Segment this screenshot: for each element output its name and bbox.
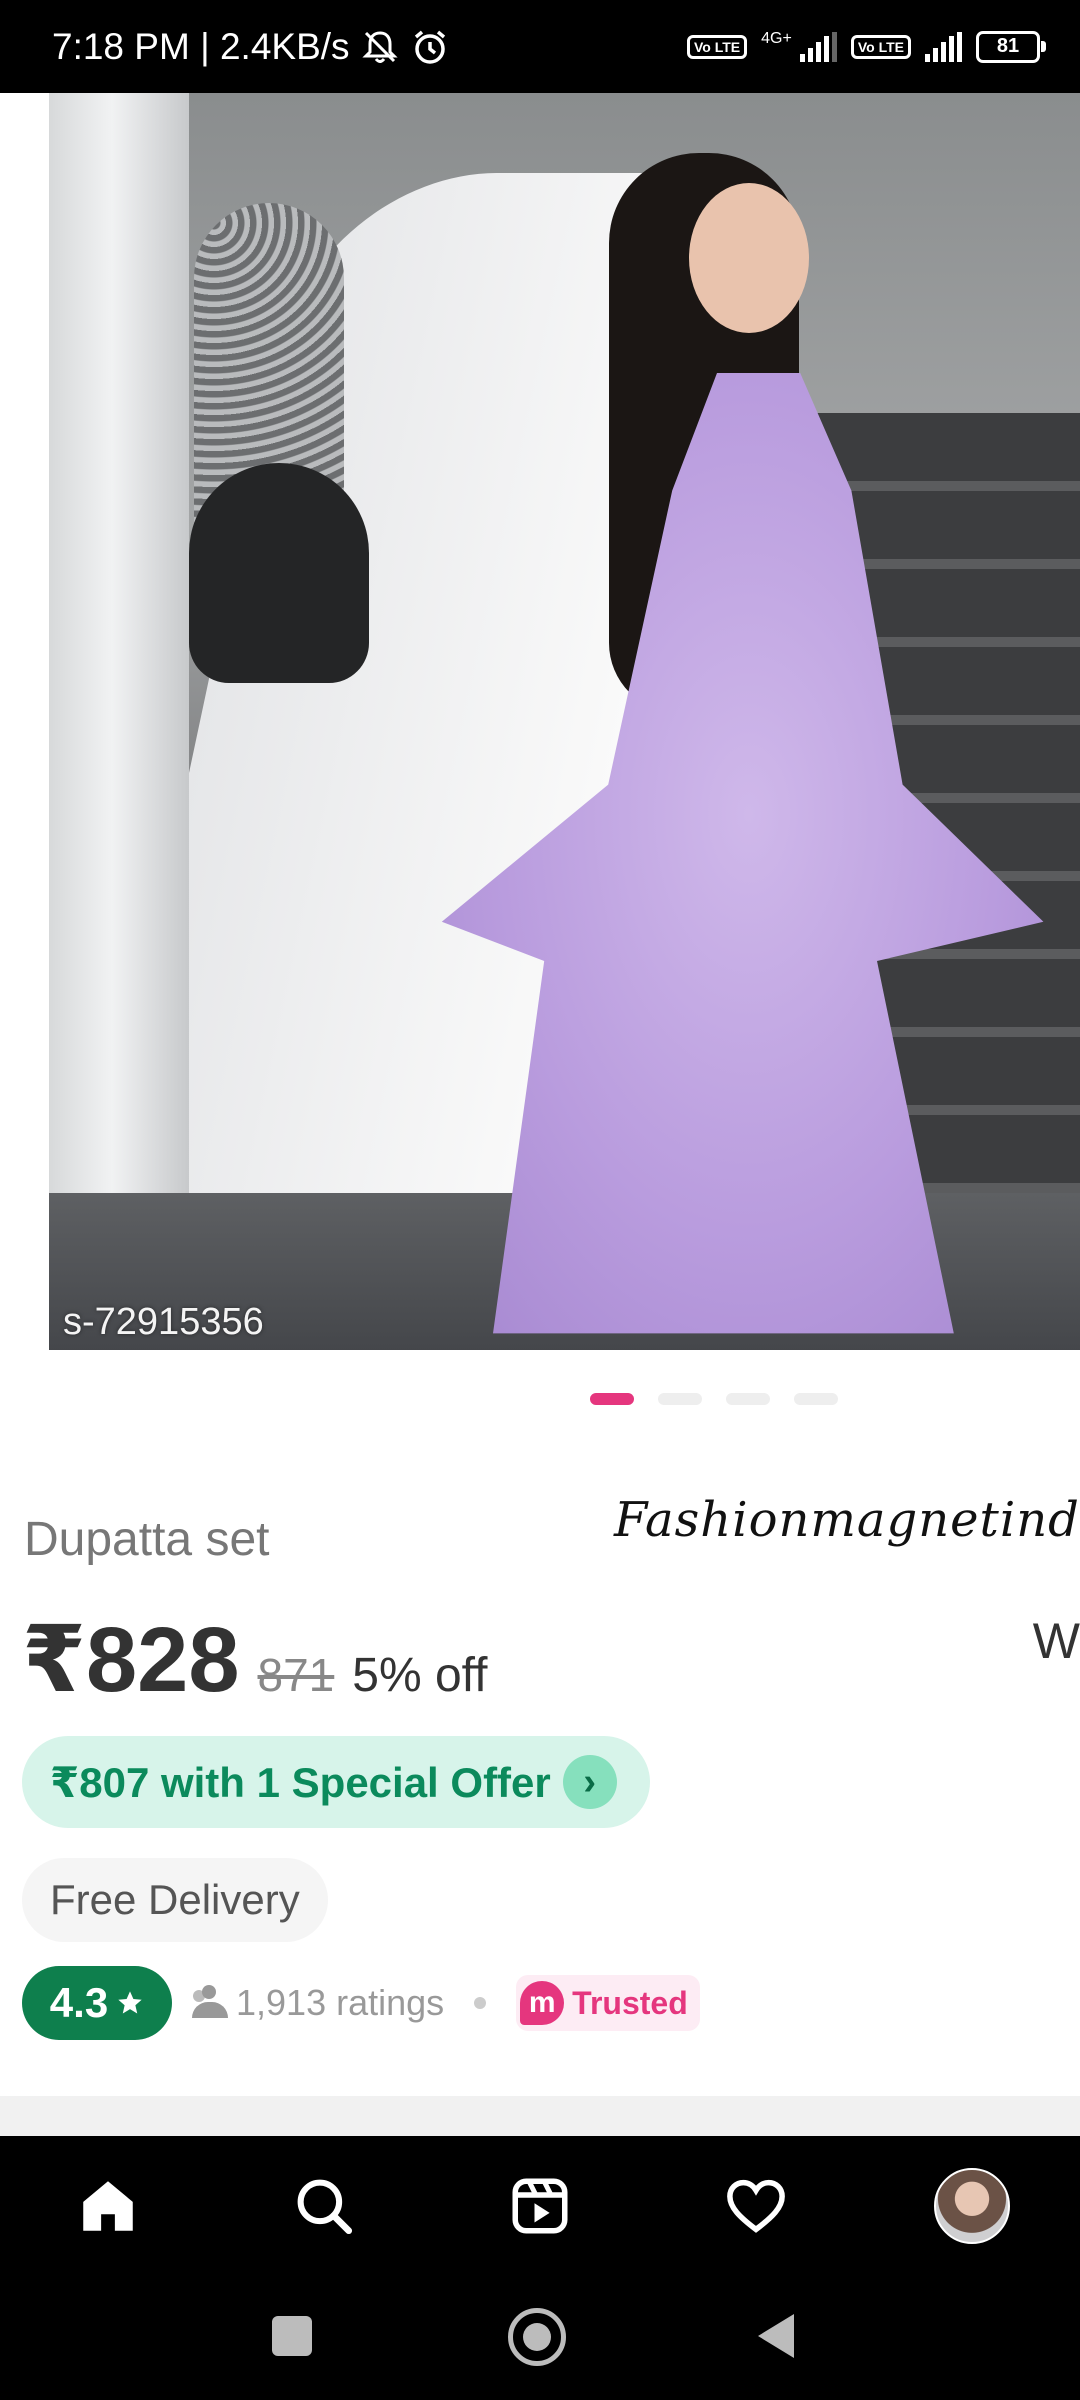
recents-button[interactable]	[272, 2316, 312, 2356]
star-icon	[118, 1991, 142, 2014]
reels-icon	[512, 2178, 568, 2234]
system-nav-bar	[0, 2276, 1080, 2400]
sku-label: s-72915356	[63, 1301, 264, 1343]
nav-reels[interactable]	[490, 2156, 590, 2256]
signal-icon-2	[925, 31, 962, 62]
photo-model-face	[689, 183, 809, 333]
heart-icon	[727, 2179, 785, 2233]
photo-pillar	[49, 93, 189, 1253]
carousel-dot-active[interactable]	[590, 1393, 634, 1405]
search-icon	[297, 2179, 353, 2235]
people-icon	[188, 1985, 232, 2021]
special-offer-text: ₹807 with 1 Special Offer	[50, 1758, 551, 1806]
signal-icon	[799, 31, 837, 62]
rating-badge[interactable]: 4.3	[22, 1966, 172, 2040]
selling-price: ₹828	[22, 1609, 240, 1711]
product-title: Dupatta set	[24, 1513, 270, 1566]
discount-label: 5% off	[352, 1649, 488, 1702]
network-type: 4G+	[761, 29, 792, 47]
nav-home[interactable]	[58, 2156, 158, 2256]
battery-level: 81	[996, 35, 1020, 57]
ratings-count[interactable]: 1,913 ratings	[236, 1982, 444, 2024]
chevron-right-icon: ›	[562, 1755, 617, 1809]
time-speed-text: 7:18 PM | 2.4KB/s	[52, 25, 350, 67]
nav-search[interactable]	[274, 2156, 374, 2256]
trusted-badge[interactable]: m Trusted	[516, 1975, 700, 2031]
back-button[interactable]	[758, 2314, 794, 2358]
special-offer-button[interactable]: ₹807 with 1 Special Offer ›	[22, 1736, 650, 1828]
rating-row: 4.3 1,913 ratings m Trusted	[22, 1966, 700, 2040]
nav-profile[interactable]	[922, 2156, 1022, 2256]
seller-watermark: Fashionmagnetindia	[614, 1492, 1080, 1548]
mute-icon	[361, 30, 398, 63]
rating-value: 4.3	[49, 1979, 109, 2026]
home-icon	[83, 2181, 133, 2231]
photo-pot	[189, 463, 369, 683]
separator-dot	[474, 1997, 487, 2009]
volte-badge-1: Vo LTE	[687, 34, 748, 59]
price-row: ₹828 871 5% off	[22, 1606, 487, 1713]
carousel-indicator	[590, 1393, 838, 1405]
nav-activity[interactable]	[706, 2156, 806, 2256]
original-price: 871	[257, 1649, 335, 1701]
alarm-icon	[414, 30, 445, 64]
status-left: 7:18 PM | 2.4KB/s	[52, 0, 450, 93]
cut-off-text: W	[1032, 1613, 1080, 1669]
profile-avatar	[934, 2168, 1010, 2244]
status-right: Vo LTE 4G+ Vo LTE 81	[687, 0, 1046, 93]
status-bar: 7:18 PM | 2.4KB/s Vo LTE 4G+ Vo LTE 81	[0, 0, 1080, 93]
battery-icon: 81	[976, 30, 1046, 63]
carousel-dot[interactable]	[658, 1393, 702, 1405]
volte-badge-2: Vo LTE	[850, 34, 911, 59]
bottom-nav	[0, 2136, 1080, 2276]
home-button[interactable]	[508, 2308, 566, 2366]
carousel-dot[interactable]	[794, 1393, 838, 1405]
meesho-logo-icon: m	[520, 1981, 565, 2025]
trusted-label: Trusted	[572, 1984, 688, 2021]
section-divider	[0, 2096, 1080, 2136]
carousel-dot[interactable]	[726, 1393, 770, 1405]
product-image[interactable]: s-72915356	[49, 93, 1080, 1350]
free-delivery-badge: Free Delivery	[22, 1858, 328, 1942]
